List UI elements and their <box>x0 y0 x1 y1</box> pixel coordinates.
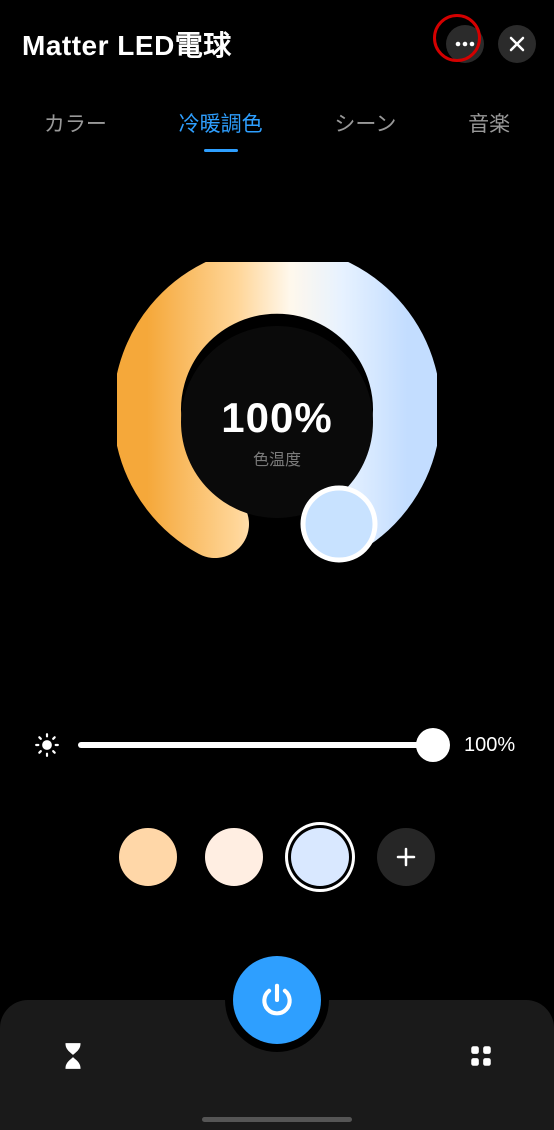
close-button[interactable] <box>498 25 536 63</box>
preset-row <box>0 828 554 886</box>
grid-icon <box>468 1043 494 1069</box>
home-indicator <box>202 1117 352 1122</box>
power-icon <box>258 981 296 1019</box>
timer-button[interactable] <box>60 1041 86 1076</box>
color-temp-dial[interactable]: 100% 色温度 <box>0 262 554 602</box>
brightness-icon <box>34 732 60 758</box>
tab-scene[interactable]: シーン <box>330 100 400 152</box>
bottom-nav <box>0 1000 554 1130</box>
tab-music[interactable]: 音楽 <box>464 100 514 152</box>
plus-icon <box>395 846 417 868</box>
more-button[interactable] <box>446 25 484 63</box>
dial-percent: 100% <box>221 394 332 442</box>
preset-add-button[interactable] <box>377 828 435 886</box>
device-title: Matter LED電球 <box>22 24 232 64</box>
preset-cool[interactable] <box>291 828 349 886</box>
hourglass-icon <box>60 1041 86 1071</box>
tab-color[interactable]: カラー <box>40 100 111 152</box>
brightness-thumb[interactable] <box>416 728 450 762</box>
brightness-slider[interactable] <box>78 742 446 748</box>
header-actions <box>446 25 536 63</box>
dial-readout: 100% 色温度 <box>221 394 332 470</box>
tab-cct[interactable]: 冷暖調色 <box>175 100 267 152</box>
brightness-row: 100% <box>0 732 554 758</box>
preset-warm[interactable] <box>119 828 177 886</box>
brightness-value: 100% <box>464 734 520 757</box>
close-icon <box>509 36 525 52</box>
power-button[interactable] <box>233 956 321 1044</box>
dial-label: 色温度 <box>221 446 332 470</box>
apps-button[interactable] <box>468 1043 494 1074</box>
preset-soft[interactable] <box>205 828 263 886</box>
header: Matter LED電球 <box>0 0 554 86</box>
more-icon <box>455 41 475 47</box>
mode-tabs: カラー 冷暖調色 シーン 音楽 <box>0 86 554 152</box>
